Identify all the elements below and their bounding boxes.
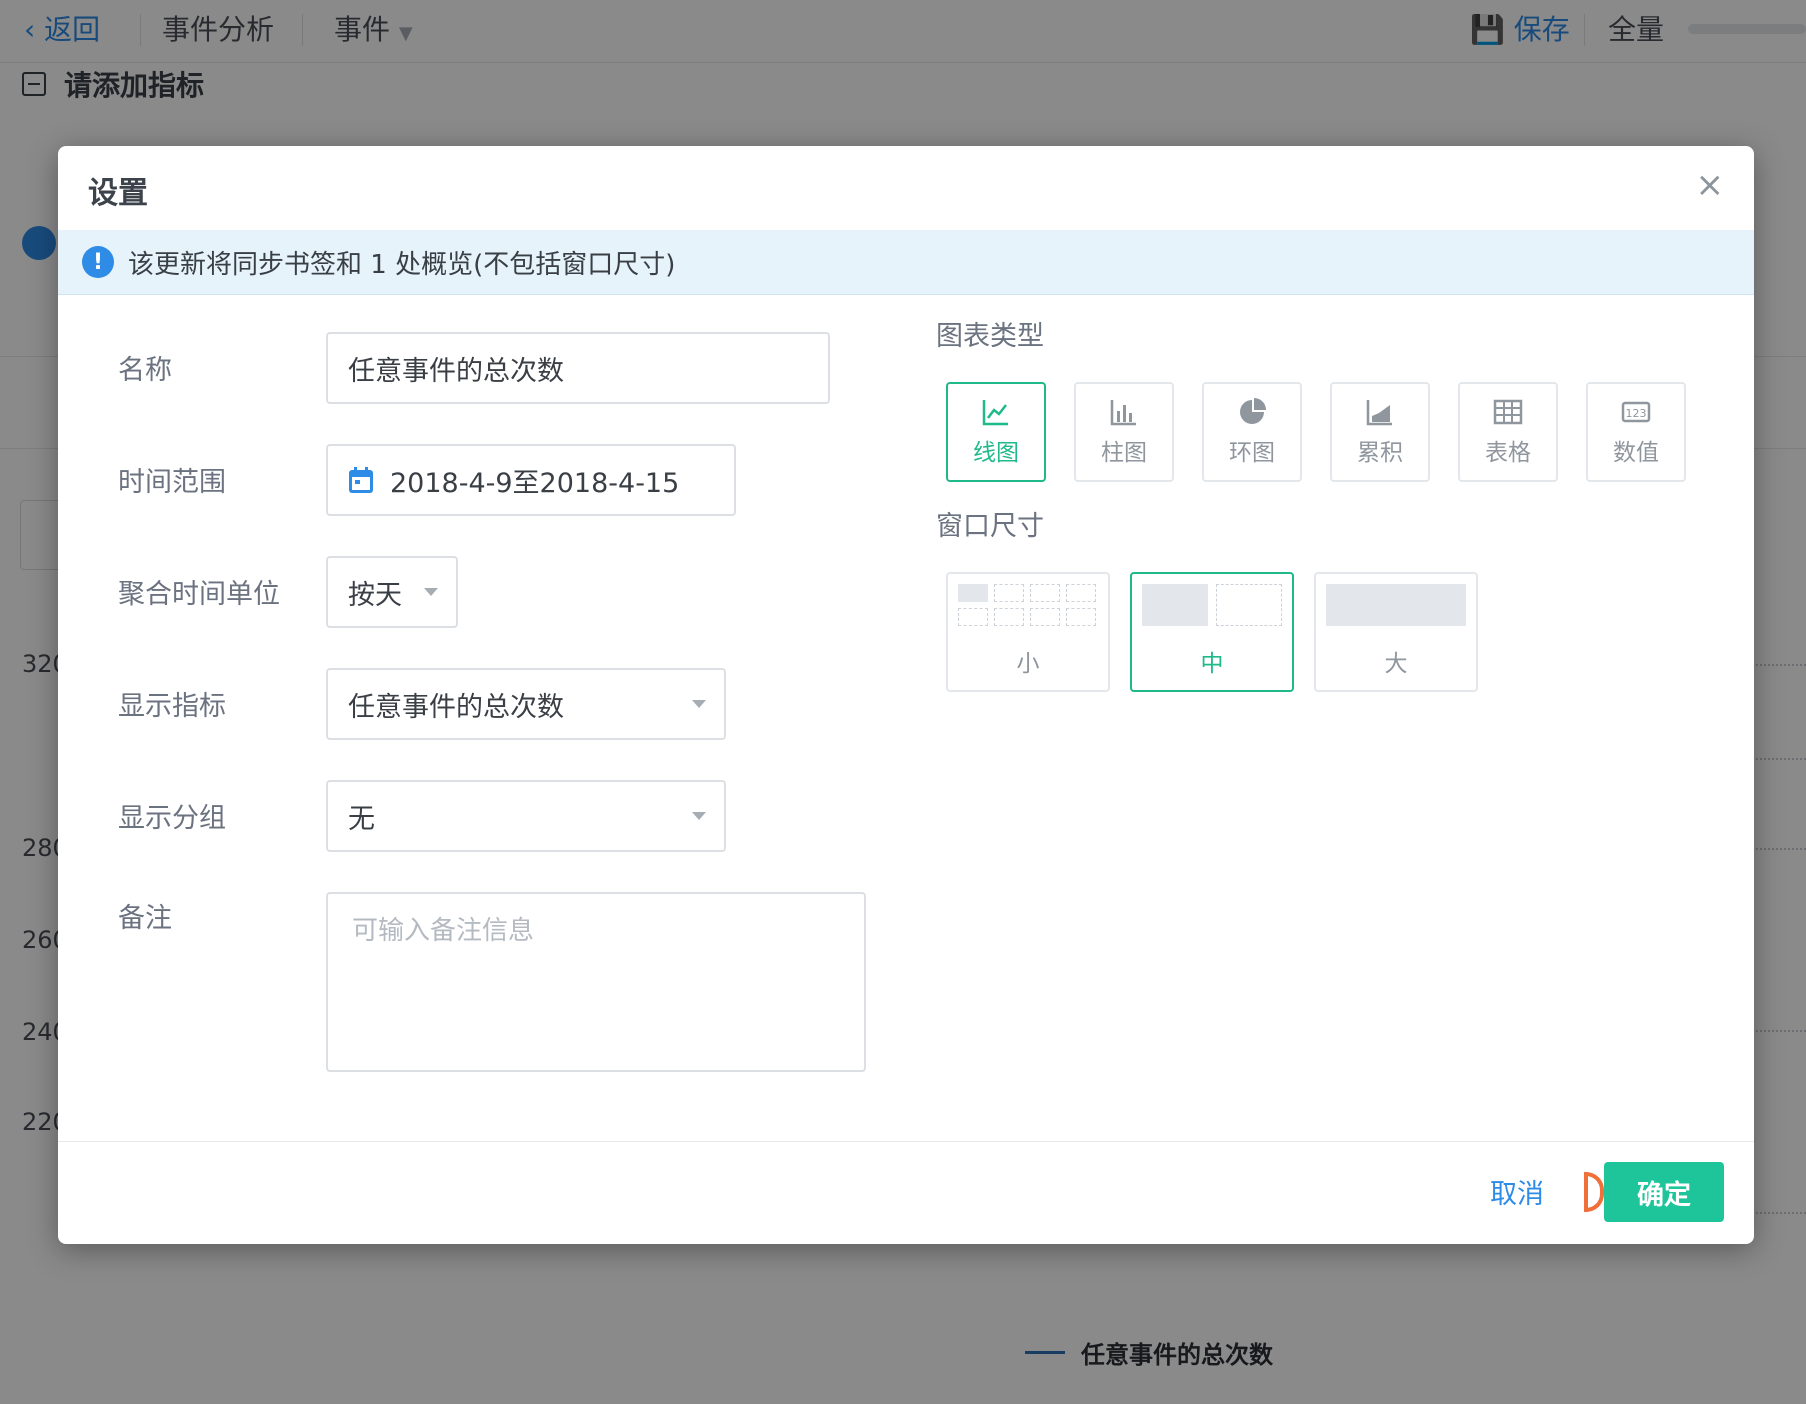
time-range-label: 时间范围 (118, 467, 226, 498)
chart-type-bar[interactable]: 柱图 (1074, 382, 1174, 482)
pointer-cursor (1584, 1172, 1604, 1212)
table-icon (1493, 399, 1523, 425)
dialog-header: 设置 × (58, 146, 1754, 231)
chevron-down-icon (424, 588, 438, 596)
confirm-button[interactable]: 确定 (1604, 1162, 1724, 1222)
chart-type-cumulative[interactable]: 累积 (1330, 382, 1430, 482)
chart-type-line[interactable]: 线图 (946, 382, 1046, 482)
note-textarea[interactable]: 可输入备注信息 (326, 892, 866, 1072)
chevron-down-icon (692, 812, 706, 820)
info-icon: ! (82, 246, 114, 278)
note-label: 备注 (118, 903, 172, 934)
time-range-picker[interactable]: 2018-4-9至2018-4-15 (326, 444, 736, 516)
window-size-medium[interactable]: 中 (1130, 572, 1294, 692)
window-size-small[interactable]: 小 (946, 572, 1110, 692)
svg-text:123: 123 (1626, 407, 1647, 420)
bar-chart-icon (1110, 400, 1136, 426)
chevron-down-icon (692, 700, 706, 708)
line-chart-icon (982, 400, 1008, 426)
name-label: 名称 (118, 355, 172, 386)
settings-dialog: 设置 × ! 该更新将同步书签和 1 处概览(不包括窗口尺寸) 名称 任意事件的… (58, 146, 1754, 1244)
chart-type-donut[interactable]: 环图 (1202, 382, 1302, 482)
dialog-footer: 取消 确定 (58, 1141, 1754, 1244)
close-icon[interactable]: × (1696, 166, 1725, 204)
name-input[interactable]: 任意事件的总次数 (326, 332, 830, 404)
sync-notice: ! 该更新将同步书签和 1 处概览(不包括窗口尺寸) (58, 230, 1754, 295)
dialog-title: 设置 (88, 176, 148, 211)
aggregation-select[interactable]: 按天 (326, 556, 458, 628)
window-size-title: 窗口尺寸 (936, 511, 1044, 542)
metric-select[interactable]: 任意事件的总次数 (326, 668, 726, 740)
notice-text: 该更新将同步书签和 1 处概览(不包括窗口尺寸) (128, 249, 676, 280)
window-size-large[interactable]: 大 (1314, 572, 1478, 692)
cancel-button[interactable]: 取消 (1490, 1172, 1544, 1211)
chart-type-number[interactable]: 123 数值 (1586, 382, 1686, 482)
metric-label: 显示指标 (118, 691, 226, 722)
calendar-icon (349, 467, 373, 493)
group-select[interactable]: 无 (326, 780, 726, 852)
area-chart-icon (1366, 400, 1392, 426)
chart-type-table[interactable]: 表格 (1458, 382, 1558, 482)
aggregation-label: 聚合时间单位 (118, 579, 280, 610)
number-icon: 123 (1621, 401, 1651, 423)
pie-chart-icon (1240, 398, 1266, 424)
group-label: 显示分组 (118, 803, 226, 834)
chart-type-title: 图表类型 (936, 321, 1044, 352)
